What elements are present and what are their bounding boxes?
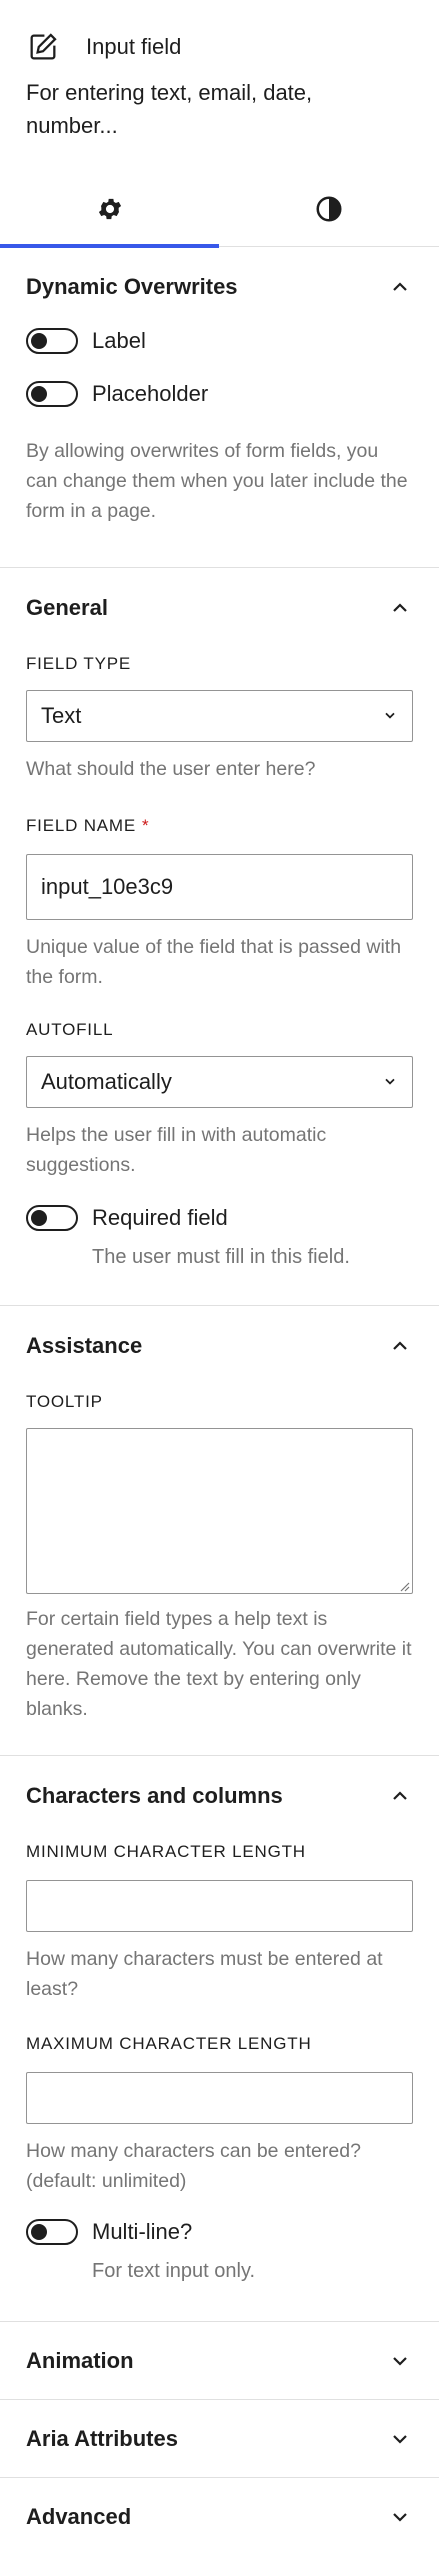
panel-title: General	[26, 595, 108, 620]
panel-header[interactable]: Dynamic Overwrites	[26, 247, 413, 327]
chevron-up-icon	[387, 595, 413, 621]
panel-header[interactable]: Aria Attributes	[26, 2400, 413, 2477]
panel-assistance: Assistance TOOLTIP For certain field typ…	[0, 1306, 439, 1756]
chevron-up-icon	[387, 274, 413, 300]
panel-title: Aria Attributes	[26, 2425, 178, 2451]
tooltip-label: TOOLTIP	[26, 1392, 103, 1411]
contrast-icon	[314, 194, 344, 229]
required-mark: *	[142, 816, 150, 835]
toggle-label-text: Placeholder	[92, 381, 209, 406]
chevron-down-icon	[387, 2426, 413, 2452]
panel-title: Characters and columns	[26, 1783, 283, 1808]
toggle-label-text: Required field	[92, 1205, 228, 1230]
autofill-label: AUTOFILL	[26, 1020, 114, 1039]
panel-animation: Animation	[0, 2322, 439, 2400]
chevron-up-icon	[387, 1333, 413, 1359]
panel-general: General FIELD TYPE Text What should the …	[0, 568, 439, 1306]
field-name-input[interactable]	[26, 854, 413, 920]
toggle-switch[interactable]	[26, 381, 78, 407]
toggle-required-field[interactable]: Required field	[26, 1198, 413, 1238]
block-description: For entering text, email, date, number..…	[26, 80, 313, 138]
panel-advanced: Advanced	[0, 2478, 439, 2555]
panel-title: Advanced	[26, 2503, 132, 2529]
toggle-multiline[interactable]: Multi-line?	[26, 2212, 413, 2252]
field-name-label-text: FIELD NAME	[26, 816, 137, 835]
block-title: Input field	[86, 34, 182, 59]
help-text: Unique value of the field that is passed…	[26, 936, 402, 988]
panel-characters-columns: Characters and columns MINIMUM CHARACTER…	[0, 1756, 439, 2322]
panel-header[interactable]: Characters and columns	[26, 1756, 413, 1836]
help-text: Helps the user fill in with automatic su…	[26, 1124, 327, 1176]
max-length-label: MAXIMUM CHARACTER LENGTH	[26, 2034, 312, 2053]
tooltip-textarea[interactable]	[26, 1428, 413, 1594]
field-type-label: FIELD TYPE	[26, 654, 131, 673]
toggle-switch[interactable]	[26, 328, 78, 354]
max-length-input[interactable]	[26, 2072, 413, 2124]
field-type-select[interactable]: Text	[26, 690, 413, 742]
help-text: How many characters must be entered at l…	[26, 1948, 383, 2000]
min-length-label: MINIMUM CHARACTER LENGTH	[26, 1842, 306, 1861]
panel-aria-attributes: Aria Attributes	[0, 2400, 439, 2478]
inspector-tabs	[0, 175, 439, 248]
help-text: How many characters can be entered? (def…	[26, 2140, 361, 2192]
chevron-down-icon	[382, 703, 398, 729]
block-card: Input field For entering text, email, da…	[0, 0, 439, 175]
field-type-value: Text	[41, 703, 82, 728]
edit-square-icon	[26, 26, 68, 68]
min-length-input[interactable]	[26, 1880, 413, 1932]
panel-header[interactable]: Assistance	[26, 1306, 413, 1386]
chevron-up-icon	[387, 1783, 413, 1809]
gear-icon	[96, 195, 124, 228]
chevron-down-icon	[387, 2348, 413, 2374]
help-text: By allowing overwrites of form fields, y…	[26, 440, 408, 522]
panel-header[interactable]: Advanced	[26, 2478, 413, 2555]
toggle-help-text: For text input only.	[92, 2260, 256, 2282]
autofill-select[interactable]: Automatically	[26, 1056, 413, 1108]
toggle-label-text: Multi-line?	[92, 2219, 193, 2244]
panel-title: Animation	[26, 2347, 134, 2373]
panel-header[interactable]: Animation	[26, 2322, 413, 2399]
panel-title: Assistance	[26, 1333, 143, 1358]
toggle-label-text: Label	[92, 328, 146, 353]
toggle-switch[interactable]	[26, 2219, 78, 2245]
toggle-placeholder[interactable]: Placeholder	[26, 374, 413, 414]
resize-handle-icon[interactable]	[398, 1579, 410, 1592]
toggle-label[interactable]: Label	[26, 321, 413, 361]
field-name-label: FIELD NAME *	[26, 814, 413, 838]
panel-title: Dynamic Overwrites	[26, 274, 238, 299]
panel-dynamic-overwrites: Dynamic Overwrites Label Placeholder By …	[0, 247, 439, 568]
chevron-down-icon	[387, 2504, 413, 2530]
toggle-help-text: The user must fill in this field.	[92, 1246, 350, 1268]
autofill-value: Automatically	[41, 1069, 172, 1094]
tab-settings[interactable]	[0, 175, 219, 248]
panel-header[interactable]: General	[26, 568, 413, 648]
help-text: What should the user enter here?	[26, 758, 316, 780]
chevron-down-icon	[382, 1069, 398, 1095]
tab-styles[interactable]	[219, 175, 438, 247]
toggle-switch[interactable]	[26, 1205, 78, 1231]
help-text: For certain field types a help text is g…	[26, 1608, 412, 1720]
